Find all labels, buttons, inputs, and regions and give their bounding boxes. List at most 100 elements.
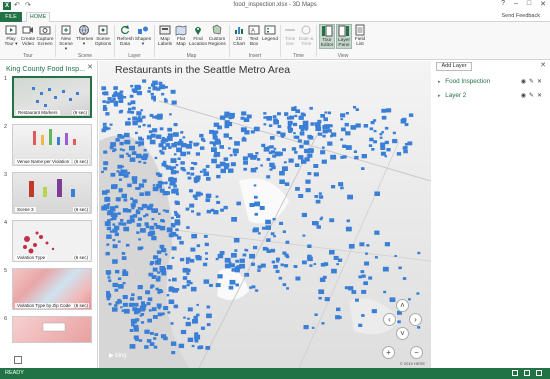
layer-name[interactable]: Layer 2 — [445, 92, 466, 99]
restaurant-marker[interactable] — [260, 164, 263, 167]
restaurant-marker[interactable] — [404, 123, 409, 127]
restaurant-marker[interactable] — [209, 283, 213, 287]
restaurant-marker[interactable] — [134, 327, 139, 332]
restaurant-marker[interactable] — [171, 181, 176, 186]
restaurant-marker[interactable] — [297, 155, 304, 160]
restaurant-marker[interactable] — [164, 253, 168, 256]
tour-title[interactable]: King County Food Insp... — [6, 64, 86, 73]
help-icon[interactable]: ? — [501, 0, 505, 8]
restaurant-marker[interactable] — [266, 249, 271, 253]
restaurant-marker[interactable] — [348, 286, 354, 291]
restaurant-marker[interactable] — [361, 274, 366, 278]
restaurant-marker[interactable] — [157, 271, 161, 274]
restaurant-marker[interactable] — [173, 153, 177, 156]
restaurant-marker[interactable] — [136, 117, 143, 123]
restaurant-marker[interactable] — [129, 94, 134, 98]
restaurant-marker[interactable] — [318, 195, 324, 199]
restaurant-marker[interactable] — [190, 247, 196, 252]
map-title[interactable]: Restaurants in the Seattle Metro Area — [115, 64, 290, 76]
restaurant-marker[interactable] — [194, 332, 199, 336]
restaurant-marker[interactable] — [294, 151, 298, 154]
restaurant-marker[interactable] — [299, 144, 304, 149]
restaurant-marker[interactable] — [384, 155, 388, 158]
restaurant-marker[interactable] — [229, 279, 236, 285]
restaurant-marker[interactable] — [265, 219, 271, 225]
add-scene-icon[interactable] — [14, 356, 22, 364]
delete-icon[interactable]: ✕ — [537, 92, 542, 99]
restaurant-marker[interactable] — [206, 323, 211, 327]
restaurant-marker[interactable] — [119, 148, 123, 151]
restaurant-marker[interactable] — [240, 127, 247, 133]
restaurant-marker[interactable] — [150, 92, 154, 96]
restaurant-marker[interactable] — [142, 179, 147, 183]
restaurant-marker[interactable] — [235, 283, 239, 287]
restaurant-marker[interactable] — [152, 267, 158, 272]
restaurant-marker[interactable] — [150, 331, 154, 335]
restaurant-marker[interactable] — [152, 208, 157, 213]
restaurant-marker[interactable] — [370, 121, 375, 125]
restaurant-marker[interactable] — [137, 187, 141, 190]
layer-name[interactable]: Food Inspection — [445, 78, 490, 85]
restaurant-marker[interactable] — [305, 188, 311, 193]
tab-file[interactable]: FILE — [0, 12, 22, 22]
restaurant-marker[interactable] — [114, 304, 118, 307]
restaurant-marker[interactable] — [170, 170, 176, 175]
restaurant-marker[interactable] — [282, 283, 287, 287]
restaurant-marker[interactable] — [145, 213, 149, 217]
restaurant-marker[interactable] — [123, 96, 127, 99]
restaurant-marker[interactable] — [289, 115, 295, 120]
restaurant-marker[interactable] — [160, 334, 166, 339]
restaurant-marker[interactable] — [180, 151, 186, 157]
restaurant-marker[interactable] — [168, 186, 171, 189]
restaurant-marker[interactable] — [244, 272, 250, 277]
restaurant-marker[interactable] — [323, 117, 328, 122]
restaurant-marker[interactable] — [161, 181, 165, 185]
restaurant-marker[interactable] — [253, 155, 258, 159]
restaurant-marker[interactable] — [318, 296, 322, 300]
restaurant-marker[interactable] — [113, 86, 118, 90]
restaurant-marker[interactable] — [327, 129, 332, 133]
restaurant-marker[interactable] — [322, 146, 325, 149]
restaurant-marker[interactable] — [136, 111, 142, 116]
restaurant-marker[interactable] — [353, 106, 357, 109]
restaurant-marker[interactable] — [277, 125, 282, 128]
restaurant-marker[interactable] — [151, 275, 157, 279]
restaurant-marker[interactable] — [164, 86, 168, 89]
restaurant-marker[interactable] — [291, 147, 297, 151]
restaurant-marker[interactable] — [231, 217, 237, 222]
restaurant-marker[interactable] — [138, 339, 143, 342]
restaurant-marker[interactable] — [214, 130, 219, 134]
restaurant-marker[interactable] — [131, 206, 135, 210]
restaurant-marker[interactable] — [213, 144, 216, 147]
tour-editor-button[interactable]: Tour Editor — [319, 24, 335, 49]
restaurant-marker[interactable] — [386, 108, 392, 113]
restaurant-marker[interactable] — [121, 256, 127, 260]
time-line-button[interactable]: Time line — [283, 24, 297, 47]
restaurant-marker[interactable] — [281, 135, 284, 138]
restaurant-marker[interactable] — [270, 248, 276, 253]
restaurant-marker[interactable] — [129, 215, 134, 219]
restaurant-marker[interactable] — [260, 263, 266, 268]
restaurant-marker[interactable] — [110, 218, 114, 221]
restaurant-marker[interactable] — [345, 226, 352, 232]
restaurant-marker[interactable] — [120, 142, 124, 145]
restaurant-marker[interactable] — [136, 231, 140, 234]
restaurant-marker[interactable] — [344, 286, 349, 290]
restaurant-marker[interactable] — [283, 161, 287, 164]
restaurant-marker[interactable] — [249, 253, 255, 259]
restaurant-marker[interactable] — [193, 177, 200, 182]
restaurant-marker[interactable] — [138, 136, 143, 140]
restaurant-marker[interactable] — [299, 131, 305, 136]
restaurant-marker[interactable] — [224, 123, 229, 127]
restaurant-marker[interactable] — [304, 128, 308, 131]
restaurant-marker[interactable] — [141, 308, 146, 312]
restaurant-marker[interactable] — [318, 132, 323, 136]
restaurant-marker[interactable] — [147, 297, 153, 302]
restaurant-marker[interactable] — [171, 189, 177, 194]
restaurant-marker[interactable] — [307, 256, 313, 262]
restaurant-marker[interactable] — [211, 158, 217, 164]
restaurant-marker[interactable] — [119, 90, 124, 94]
restaurant-marker[interactable] — [211, 147, 217, 152]
restaurant-marker[interactable] — [196, 244, 201, 248]
restaurant-marker[interactable] — [344, 122, 349, 127]
